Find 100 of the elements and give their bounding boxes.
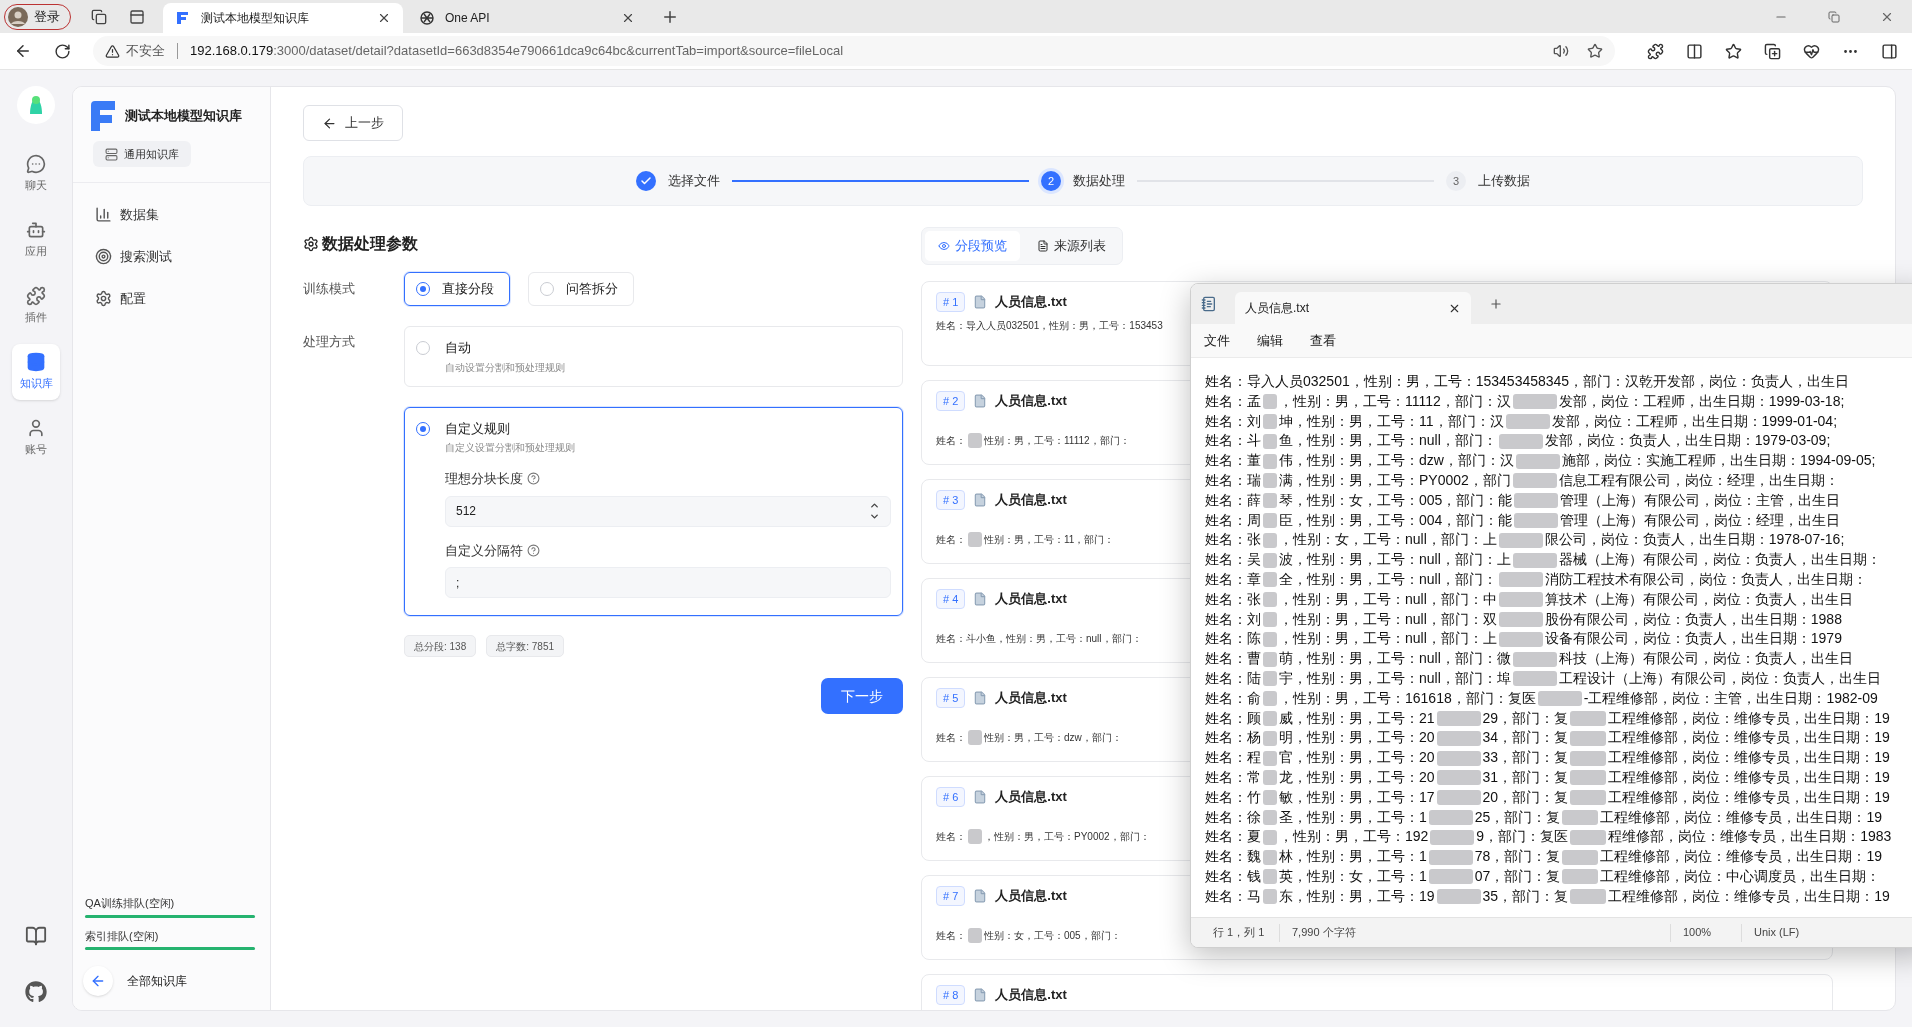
input-field[interactable]: ; (445, 567, 891, 598)
text-fragment: 姓名：瑞 (1205, 471, 1261, 490)
tab-title: One API (445, 10, 491, 27)
favorites-icon[interactable] (1725, 42, 1742, 60)
redaction-block (1436, 790, 1481, 806)
text-fragment: 工程维修部，岗位：维修专员，出生日期：19 (1608, 728, 1890, 748)
decrement-icon[interactable] (869, 511, 880, 522)
mode-option[interactable]: 问答拆分 (528, 272, 634, 306)
number-field[interactable]: 512 (445, 495, 891, 527)
github-icon[interactable] (25, 981, 47, 1003)
file-name: 人员信息.txt (995, 689, 1067, 708)
text-fragment: 姓名：钱 (1205, 866, 1261, 886)
back-icon[interactable] (14, 42, 32, 60)
back-button[interactable]: 上一步 (303, 105, 403, 141)
browser-tab[interactable]: One API (407, 3, 647, 33)
close-icon[interactable] (377, 11, 391, 25)
browser-tab[interactable]: 测试本地模型知识库 (163, 3, 403, 33)
redaction-block (1263, 394, 1277, 410)
close-icon[interactable] (621, 11, 635, 25)
redaction-block (1263, 532, 1277, 548)
method-card[interactable]: 自定义规则 自定义设置分割和预处理规则 理想分块长度 512 自定义分隔符 ; (404, 406, 903, 616)
nav-item[interactable]: 知识库 (12, 344, 60, 400)
text-fragment: 姓名：导入人员032501，性别：男，工号：153453 (936, 319, 1163, 333)
tab-actions-icon[interactable] (129, 8, 145, 25)
text-fragment: 臣，性别：男，工号：004，部门：能 (1279, 510, 1513, 530)
redaction-block (1498, 631, 1543, 647)
chunk-index: # 8 (936, 985, 966, 1005)
redaction-block (1263, 433, 1277, 449)
sidebar-item[interactable]: 数据集 (95, 196, 248, 233)
text-fragment: 英，性别：女，工号：1 (1279, 866, 1427, 886)
step-marker: 2 (1041, 171, 1061, 191)
text-fragment: 姓名：刘 (1205, 411, 1261, 431)
dataset-title: 测试本地模型知识库 (125, 107, 242, 126)
stat-tag: 总字数: 7851 (486, 635, 565, 657)
file-name: 人员信息.txt (995, 788, 1067, 807)
book-icon[interactable] (25, 925, 47, 947)
nav-item[interactable]: 聊天 (12, 146, 60, 202)
text-fragment: 明，性别：男，工号：20 (1279, 728, 1435, 748)
redaction-block (1263, 849, 1277, 865)
nav-item[interactable]: 账号 (12, 410, 60, 466)
increment-icon[interactable] (869, 500, 880, 511)
restore-icon[interactable] (1828, 10, 1840, 23)
text-fragment: 圣，性别：男，工号：1 (1279, 807, 1427, 827)
text-fragment: 姓名：导入人员032501，性别：男，工号：153453458345，部门：汉乾开发部，岗位：负责人，出生日 (1205, 372, 1850, 391)
sidebar-item[interactable]: 搜索测试 (95, 238, 248, 275)
menu-item[interactable]: 查看 (1310, 330, 1336, 351)
redaction-block (1562, 849, 1599, 865)
split-screen-icon[interactable] (1686, 42, 1703, 60)
sidebar-item[interactable]: 配置 (95, 280, 248, 317)
text-fragment: 姓名：斗小鱼，性别：男，工号：null，部门： (936, 632, 1142, 646)
menu-item[interactable]: 编辑 (1257, 330, 1283, 351)
back-link[interactable]: 全部知识库 (73, 966, 270, 996)
redaction-block (1263, 473, 1277, 489)
line-ending: Unix (LF) (1753, 925, 1800, 941)
queue-label: 索引排队(空闲) (85, 928, 160, 944)
collections-icon[interactable] (1764, 42, 1781, 60)
redaction-block (968, 928, 982, 943)
text-fragment: 姓名：马 (1205, 886, 1261, 906)
text-fragment: 发部，岗位：负责人，出生日期：1979-03-09; (1544, 431, 1831, 451)
next-button[interactable]: 下一步 (821, 678, 903, 714)
method-card[interactable]: 自动 自动设置分割和预处理规则 (404, 326, 903, 387)
new-tab-icon[interactable] (1489, 297, 1503, 311)
extensions-icon[interactable] (1647, 42, 1664, 60)
menu-item[interactable]: 文件 (1204, 330, 1230, 351)
sidebar-toggle-icon[interactable] (1881, 42, 1898, 60)
redaction-block (1498, 433, 1543, 449)
nav-item[interactable]: 插件 (12, 278, 60, 334)
text-fragment: 姓名：夏 (1205, 827, 1261, 847)
redaction-block (1512, 394, 1557, 410)
text-fragment: 工程维修部，岗位：维修专员，出生日期：19 (1608, 767, 1890, 787)
read-aloud-icon[interactable] (1553, 43, 1569, 59)
workspaces-icon[interactable] (91, 8, 107, 25)
redaction-block (1263, 869, 1277, 885)
favorite-icon[interactable] (1587, 43, 1603, 59)
redaction-block (1263, 552, 1277, 568)
file-name: 人员信息.txt (995, 986, 1067, 1005)
reload-icon[interactable] (54, 42, 71, 60)
text-fragment: 姓名：周 (1205, 510, 1261, 530)
redaction-block (1562, 809, 1599, 825)
redaction-block (1570, 770, 1607, 786)
app-logo-icon (91, 101, 115, 131)
preview-tab[interactable]: 分段预览 (925, 231, 1020, 261)
redaction-block (1428, 809, 1473, 825)
knot-icon (419, 10, 435, 26)
help-icon[interactable] (527, 543, 540, 557)
text-fragment: 伟，性别：男，工号：dzw，部门：汉 (1279, 451, 1514, 471)
nav-item[interactable]: 应用 (12, 212, 60, 268)
document-title: 人员信息.txt (1245, 300, 1310, 317)
document-tab[interactable]: 人员信息.txt (1235, 292, 1471, 324)
health-icon[interactable] (1803, 42, 1820, 60)
text-fragment: 发部，岗位：工程师，出生日期：1999-03-18; (1558, 391, 1845, 411)
redaction-block (1263, 691, 1277, 707)
help-icon[interactable] (527, 472, 540, 486)
mode-option[interactable]: 直接分段 (404, 272, 510, 306)
file-icon (973, 691, 988, 705)
file-icon (973, 493, 988, 507)
address-bar[interactable]: 不安全 192.168.0.179:3000/dataset/detail?datasetId=663d8354e790661dca9c64bc&currentTab=import&source=fileLocal (93, 36, 1615, 66)
redaction-block (1436, 770, 1481, 786)
preview-tab[interactable]: 来源列表 (1024, 231, 1119, 261)
redaction-block (1512, 552, 1557, 568)
